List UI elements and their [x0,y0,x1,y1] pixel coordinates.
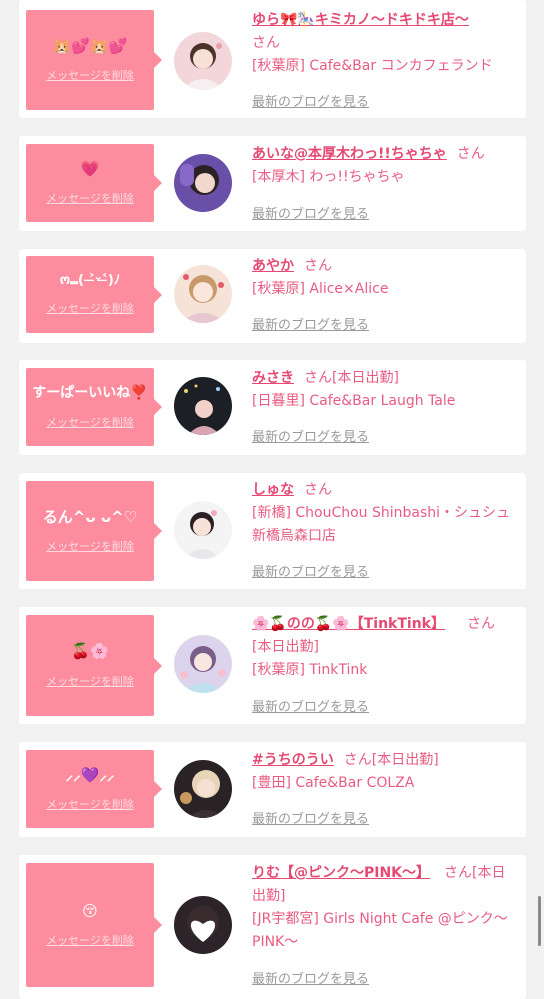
girl-portrait-heart-icon [174,896,232,954]
message-text: 🐹💕🐹💕 [52,36,128,55]
delete-message-link[interactable]: メッセージを削除 [46,673,134,689]
latest-blog-link[interactable]: 最新のブログを見る [252,808,369,827]
message-bubble: るん^ᴗ ᴗ^♡ メッセージを削除 [26,481,162,581]
honorific: さん [466,616,495,632]
avatar[interactable] [174,760,232,818]
message-card: すーぱーいいね❣️ メッセージを削除 みさき さん[本日出勤] [日暮里] Caf… [19,360,526,455]
message-text: 🍒🌸 [71,642,109,661]
message-card: 💗 メッセージを削除 あいな@本厚木わっ!!ちゃちゃ さん [本厚木] わっ!!ち… [19,136,526,231]
sender-name-link[interactable]: #うちのうい [252,752,334,768]
latest-blog-link[interactable]: 最新のブログを見る [252,314,369,333]
message-bubble: 😚 メッセージを削除 [26,863,162,987]
honorific: さん[本日出勤] [304,370,399,386]
delete-message-link[interactable]: メッセージを削除 [46,414,134,430]
girl-portrait-icon [174,265,232,323]
avatar[interactable] [174,377,232,435]
shop-location: [秋葉原] Cafe&Bar コンカフェランド [252,58,493,74]
message-text: すーぱーいいね❣️ [32,385,148,402]
girl-portrait-icon [174,760,232,818]
latest-blog-link[interactable]: 最新のブログを見る [252,203,369,222]
latest-blog-link[interactable]: 最新のブログを見る [252,561,369,580]
avatar[interactable] [174,635,232,693]
honorific: さん [252,35,280,51]
message-card: ⸝⸝💜⸝⸝ メッセージを削除 #うちのうい さん[本日出勤] [豊田] Cafe&… [19,742,526,837]
avatar[interactable] [174,501,232,559]
sender-name-link[interactable]: ゆら🎀🎠キミカノ〜ドキドキ店〜 [252,12,469,28]
message-bubble: ო⑉( ˃̶ᵕ˂̶)ﾉ メッセージを削除 [26,256,162,333]
delete-message-link[interactable]: メッセージを削除 [46,538,134,554]
message-text: るん^ᴗ ᴗ^♡ [42,507,138,526]
sender-name-link[interactable]: あやか [252,258,294,274]
delete-message-link[interactable]: メッセージを削除 [46,796,134,812]
latest-blog-link[interactable]: 最新のブログを見る [252,696,369,715]
shop-location: [JR宇都宮] Girls Night Cafe @ピンク〜PINK〜 [252,911,508,950]
message-card: ო⑉( ˃̶ᵕ˂̶)ﾉ メッセージを削除 あやか さん [秋葉原] Alice×A… [19,249,526,343]
message-card: 🐹💕🐹💕 メッセージを削除 ゆら🎀🎠キミカノ〜ドキドキ店〜 さん [秋葉原] C… [19,0,526,118]
message-bubble: すーぱーいいね❣️ メッセージを削除 [26,368,162,446]
delete-message-link[interactable]: メッセージを削除 [46,190,134,206]
shop-location: [秋葉原] TinkTink [252,662,368,678]
sender-name-link[interactable]: みさき [252,370,294,386]
latest-blog-link[interactable]: 最新のブログを見る [252,91,369,110]
message-card: 😚 メッセージを削除 りむ【@ピンク〜PINK〜】 さん[本日出勤] [JR宇都宮… [19,855,526,999]
girl-portrait-icon [174,32,232,90]
shop-location: [豊田] Cafe&Bar COLZA [252,775,415,791]
message-feed: 🐹💕🐹💕 メッセージを削除 ゆら🎀🎠キミカノ〜ドキドキ店〜 さん [秋葉原] C… [0,0,544,999]
scrollbar-thumb[interactable] [538,896,541,946]
girl-portrait-icon [174,501,232,559]
sender-name-link[interactable]: 🌸🍒のの🍒🌸【TinkTink】 [252,616,445,632]
delete-message-link[interactable]: メッセージを削除 [46,932,134,948]
sender-name-link[interactable]: しゅな [252,482,294,498]
honorific: さん [456,146,485,162]
latest-blog-link[interactable]: 最新のブログを見る [252,426,369,445]
sender-name-link[interactable]: あいな@本厚木わっ!!ちゃちゃ [252,146,447,162]
shop-location: [本厚木] わっ!!ちゃちゃ [252,169,405,185]
work-status: [本日出勤] [252,639,319,655]
avatar[interactable] [174,154,232,212]
sender-name-link[interactable]: りむ【@ピンク〜PINK〜】 [252,865,430,881]
girl-portrait-icon [174,635,232,693]
avatar[interactable] [174,896,232,954]
message-card: るん^ᴗ ᴗ^♡ メッセージを削除 しゅな さん [新橋] ChouChou Sh… [19,473,526,589]
honorific: さん [304,482,332,498]
honorific: さん[本日出勤] [343,752,439,768]
delete-message-link[interactable]: メッセージを削除 [46,300,134,316]
avatar[interactable] [174,265,232,323]
message-text: ⸝⸝💜⸝⸝ [65,765,115,784]
shop-location: [新橋] ChouChou Shinbashi・シュシュ新橋烏森口店 [252,505,511,544]
girl-portrait-icon [174,377,232,435]
message-bubble: 💗 メッセージを削除 [26,144,162,222]
message-bubble: ⸝⸝💜⸝⸝ メッセージを削除 [26,750,162,828]
message-card: 🍒🌸 メッセージを削除 🌸🍒のの🍒🌸【TinkTink】 さん [本日出勤] [秋… [19,607,526,724]
avatar[interactable] [174,32,232,90]
message-text: 😚 [82,901,98,920]
message-bubble: 🐹💕🐹💕 メッセージを削除 [26,10,162,110]
message-bubble: 🍒🌸 メッセージを削除 [26,615,162,716]
delete-message-link[interactable]: メッセージを削除 [46,67,134,83]
shop-location: [秋葉原] Alice×Alice [252,281,389,297]
message-text: ო⑉( ˃̶ᵕ˂̶)ﾉ [59,272,121,288]
honorific: さん [304,258,332,274]
latest-blog-link[interactable]: 最新のブログを見る [252,968,369,987]
shop-location: [日暮里] Cafe&Bar Laugh Tale [252,393,456,409]
girl-portrait-icon [174,154,232,212]
message-text: 💗 [80,159,100,178]
